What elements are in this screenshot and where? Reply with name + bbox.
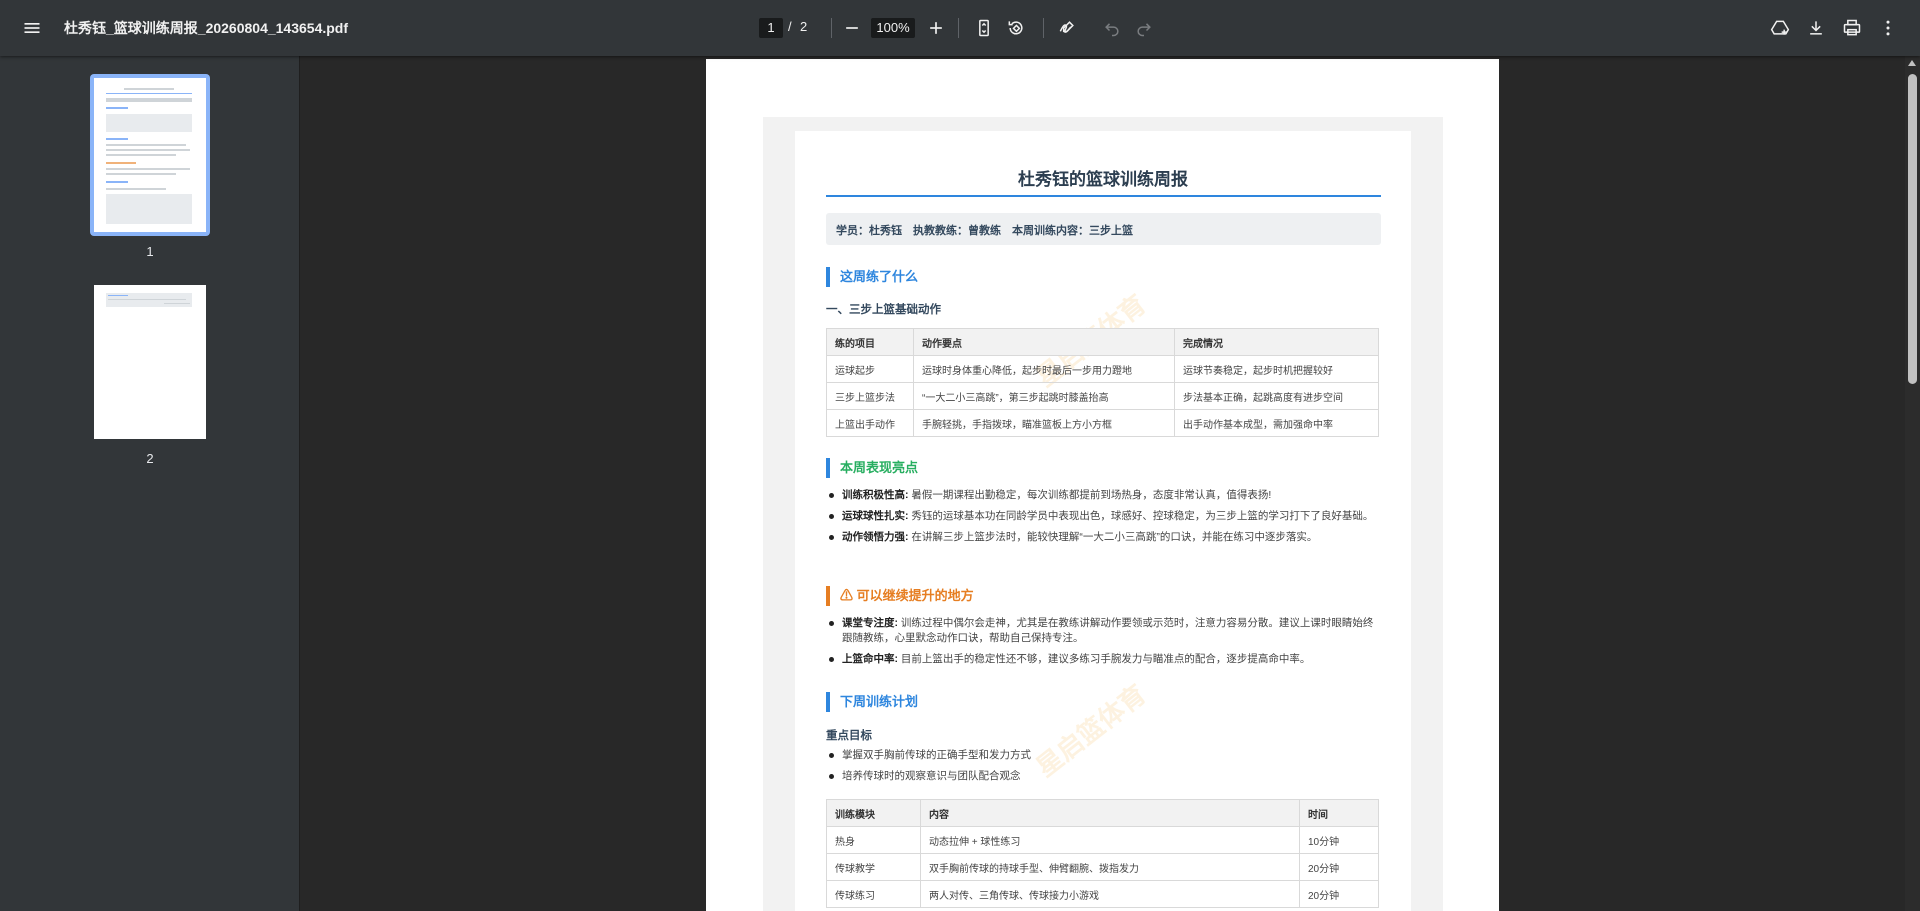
list-item: 上篮命中率: 目前上篮出手的稳定性还不够，建议多练习手腕发力与瞄准点的配合，逐步… [826,652,1381,667]
table-header: 内容 [920,799,1300,827]
table-row: 三步上篮步法 “一大二小三高跳”，第三步起跳时膝盖抬高 步法基本正确，起跳高度有… [826,382,1379,410]
pdf-toolbar: 杜秀钰_篮球训练周报_20260804_143654.pdf 1 / 2 100… [0,0,1920,56]
pdf-page: 星启篮体育 星启篮体育 杜秀钰的篮球训练周报 学员：杜秀钰 执教教练：曾教练 本… [706,59,1499,911]
table-cell: 出手动作基本成型，需加强命中率 [1174,409,1379,437]
zoom-input[interactable]: 100% [871,18,915,38]
thumbnail-image [94,285,206,439]
thumbnail-page-number: 2 [146,451,154,466]
download-icon[interactable] [1800,12,1832,44]
rotate-icon[interactable] [1000,12,1032,44]
report-card: 星启篮体育 星启篮体育 杜秀钰的篮球训练周报 学员：杜秀钰 执教教练：曾教练 本… [795,131,1411,911]
goals-list: 掌握双手胸前传球的正确手型和发力方式 培养传球时的观察意识与团队配合观念 [826,748,1381,790]
more-options-icon[interactable] [1872,12,1904,44]
menu-icon[interactable] [16,12,48,44]
zoom-out-icon[interactable] [836,12,868,44]
table-cell: 双手胸前传球的持球手型、伸臂翻腕、拨指发力 [920,853,1300,881]
student-info: 学员：杜秀钰 执教教练：曾教练 本周训练内容：三步上篮 [826,213,1381,245]
thumbnail-page-number: 1 [146,244,154,259]
section-heading-improve: ⚠ 可以继续提升的地方 [826,586,974,606]
thumbnail-sidebar: 1 2 [0,56,300,911]
page-background: 星启篮体育 星启篮体育 杜秀钰的篮球训练周报 学员：杜秀钰 执教教练：曾教练 本… [763,117,1443,911]
table-row: 传球教学 双手胸前传球的持球手型、伸臂翻腕、拨指发力 20分钟 [826,853,1379,881]
item-text: 在讲解三步上篮步法时，能较快理解“一大二小三高跳”的口诀，并能在练习中逐步落实。 [911,531,1318,543]
table-cell: 传球教学 [826,853,921,881]
section-heading-practice: 这周练了什么 [826,267,918,287]
item-label: 课堂专注度: [842,617,898,629]
toolbar-divider [831,18,832,38]
table-header: 时间 [1299,799,1379,827]
table-row: 热身 动态拉伸 + 球性练习 10分钟 [826,826,1379,854]
list-item: 运球球性扎实: 秀钰的运球基本功在同龄学员中表现出色，球感好、控球稳定，为三步上… [826,509,1381,524]
item-label: 上篮命中率: [842,653,898,665]
annotate-icon[interactable] [1051,12,1083,44]
table-cell: 运球起步 [826,355,914,383]
table-cell: 上篮出手动作 [826,409,914,437]
toolbar-divider [958,18,959,38]
document-viewer[interactable]: 星启篮体育 星启篮体育 杜秀钰的篮球训练周报 学员：杜秀钰 执教教练：曾教练 本… [301,56,1905,911]
sub-heading-basics: 一、三步上篮基础动作 [826,304,941,316]
table-header: 动作要点 [913,328,1175,356]
table-cell: “一大二小三高跳”，第三步起跳时膝盖抬高 [913,382,1175,410]
table-cell: 传球练习 [826,880,921,908]
item-label: 训练积极性高: [842,489,909,501]
table-cell: 运球时身体重心降低，起步时最后一步用力蹬地 [913,355,1175,383]
highlights-list: 训练积极性高: 暑假一期课程出勤稳定，每次训练都提前到场热身，态度非常认真，值得… [826,488,1381,551]
item-text: 暑假一期课程出勤稳定，每次训练都提前到场热身，态度非常认真，值得表扬! [911,489,1272,501]
table-cell: 三步上篮步法 [826,382,914,410]
thumbnail-frame [90,74,210,236]
plan-table: 训练模块 内容 时间 热身 动态拉伸 + 球性练习 10分钟 传球教学 双手胸前… [826,799,1379,908]
list-item: 训练积极性高: 暑假一期课程出勤稳定，每次训练都提前到场热身，态度非常认真，值得… [826,488,1381,503]
table-row: 运球起步 运球时身体重心降低，起步时最后一步用力蹬地 运球节奏稳定，起步时机把握… [826,355,1379,383]
section-heading-plan: 下周训练计划 [826,692,918,712]
page-separator: / [788,19,792,34]
table-header: 练的项目 [826,328,914,356]
table-cell: 运球节奏稳定，起步时机把握较好 [1174,355,1379,383]
report-title: 杜秀钰的篮球训练周报 [1018,170,1188,189]
item-text: 训练过程中偶尔会走神，尤其是在教练讲解动作要领或示范时，注意力容易分散。建议上课… [842,617,1374,644]
list-item: 培养传球时的观察意识与团队配合观念 [826,769,1381,784]
page-total: 2 [800,19,808,34]
scroll-thumb[interactable] [1908,74,1917,384]
table-cell: 20分钟 [1299,880,1379,908]
table-header: 训练模块 [826,799,921,827]
add-to-drive-icon[interactable] [1764,12,1796,44]
print-icon[interactable] [1836,12,1868,44]
table-cell: 热身 [826,826,921,854]
table-row: 上篮出手动作 手腕轻挑，手指拨球，瞄准篮板上方小方框 出手动作基本成型，需加强命… [826,409,1379,437]
page-thumbnail-2[interactable]: 2 [90,281,210,466]
table-cell: 步法基本正确，起跳高度有进步空间 [1174,382,1379,410]
vertical-scrollbar[interactable] [1905,56,1920,911]
list-item: 掌握双手胸前传球的正确手型和发力方式 [826,748,1381,763]
thumbnail-frame [90,281,210,443]
undo-icon[interactable] [1096,12,1128,44]
zoom-in-icon[interactable] [920,12,952,44]
table-cell: 20分钟 [1299,853,1379,881]
table-cell: 两人对传、三角传球、传球接力小游戏 [920,880,1300,908]
table-header: 完成情况 [1174,328,1379,356]
page-number-input[interactable]: 1 [759,18,783,38]
list-item: 动作领悟力强: 在讲解三步上篮步法时，能较快理解“一大二小三高跳”的口诀，并能在… [826,530,1381,545]
table-cell: 手腕轻挑，手指拨球，瞄准篮板上方小方框 [913,409,1175,437]
page-thumbnail-1[interactable]: 1 [90,74,210,259]
table-row: 传球练习 两人对传、三角传球、传球接力小游戏 20分钟 [826,880,1379,908]
item-label: 动作领悟力强: [842,531,909,543]
item-text: 秀钰的运球基本功在同龄学员中表现出色，球感好、控球稳定，为三步上篮的学习打下了良… [911,510,1374,522]
table-cell: 10分钟 [1299,826,1379,854]
thumbnail-image [94,78,206,232]
improve-list: 课堂专注度: 训练过程中偶尔会走神，尤其是在教练讲解动作要领或示范时，注意力容易… [826,616,1381,673]
sub-heading-goals: 重点目标 [826,730,872,742]
practice-table: 练的项目 动作要点 完成情况 运球起步 运球时身体重心降低，起步时最后一步用力蹬… [826,328,1379,437]
list-item: 课堂专注度: 训练过程中偶尔会走神，尤其是在教练讲解动作要领或示范时，注意力容易… [826,616,1381,646]
item-text: 目前上篮出手的稳定性还不够，建议多练习手腕发力与瞄准点的配合，逐步提高命中率。 [900,653,1311,665]
fit-page-icon[interactable] [968,12,1000,44]
document-title: 杜秀钰_篮球训练周报_20260804_143654.pdf [64,20,349,36]
section-heading-highlights: 本周表现亮点 [826,458,918,478]
scroll-up-arrow[interactable] [1908,60,1916,66]
table-cell: 动态拉伸 + 球性练习 [920,826,1300,854]
redo-icon[interactable] [1128,12,1160,44]
title-underline [826,195,1381,197]
item-label: 运球球性扎实: [842,510,909,522]
toolbar-divider [1043,18,1044,38]
